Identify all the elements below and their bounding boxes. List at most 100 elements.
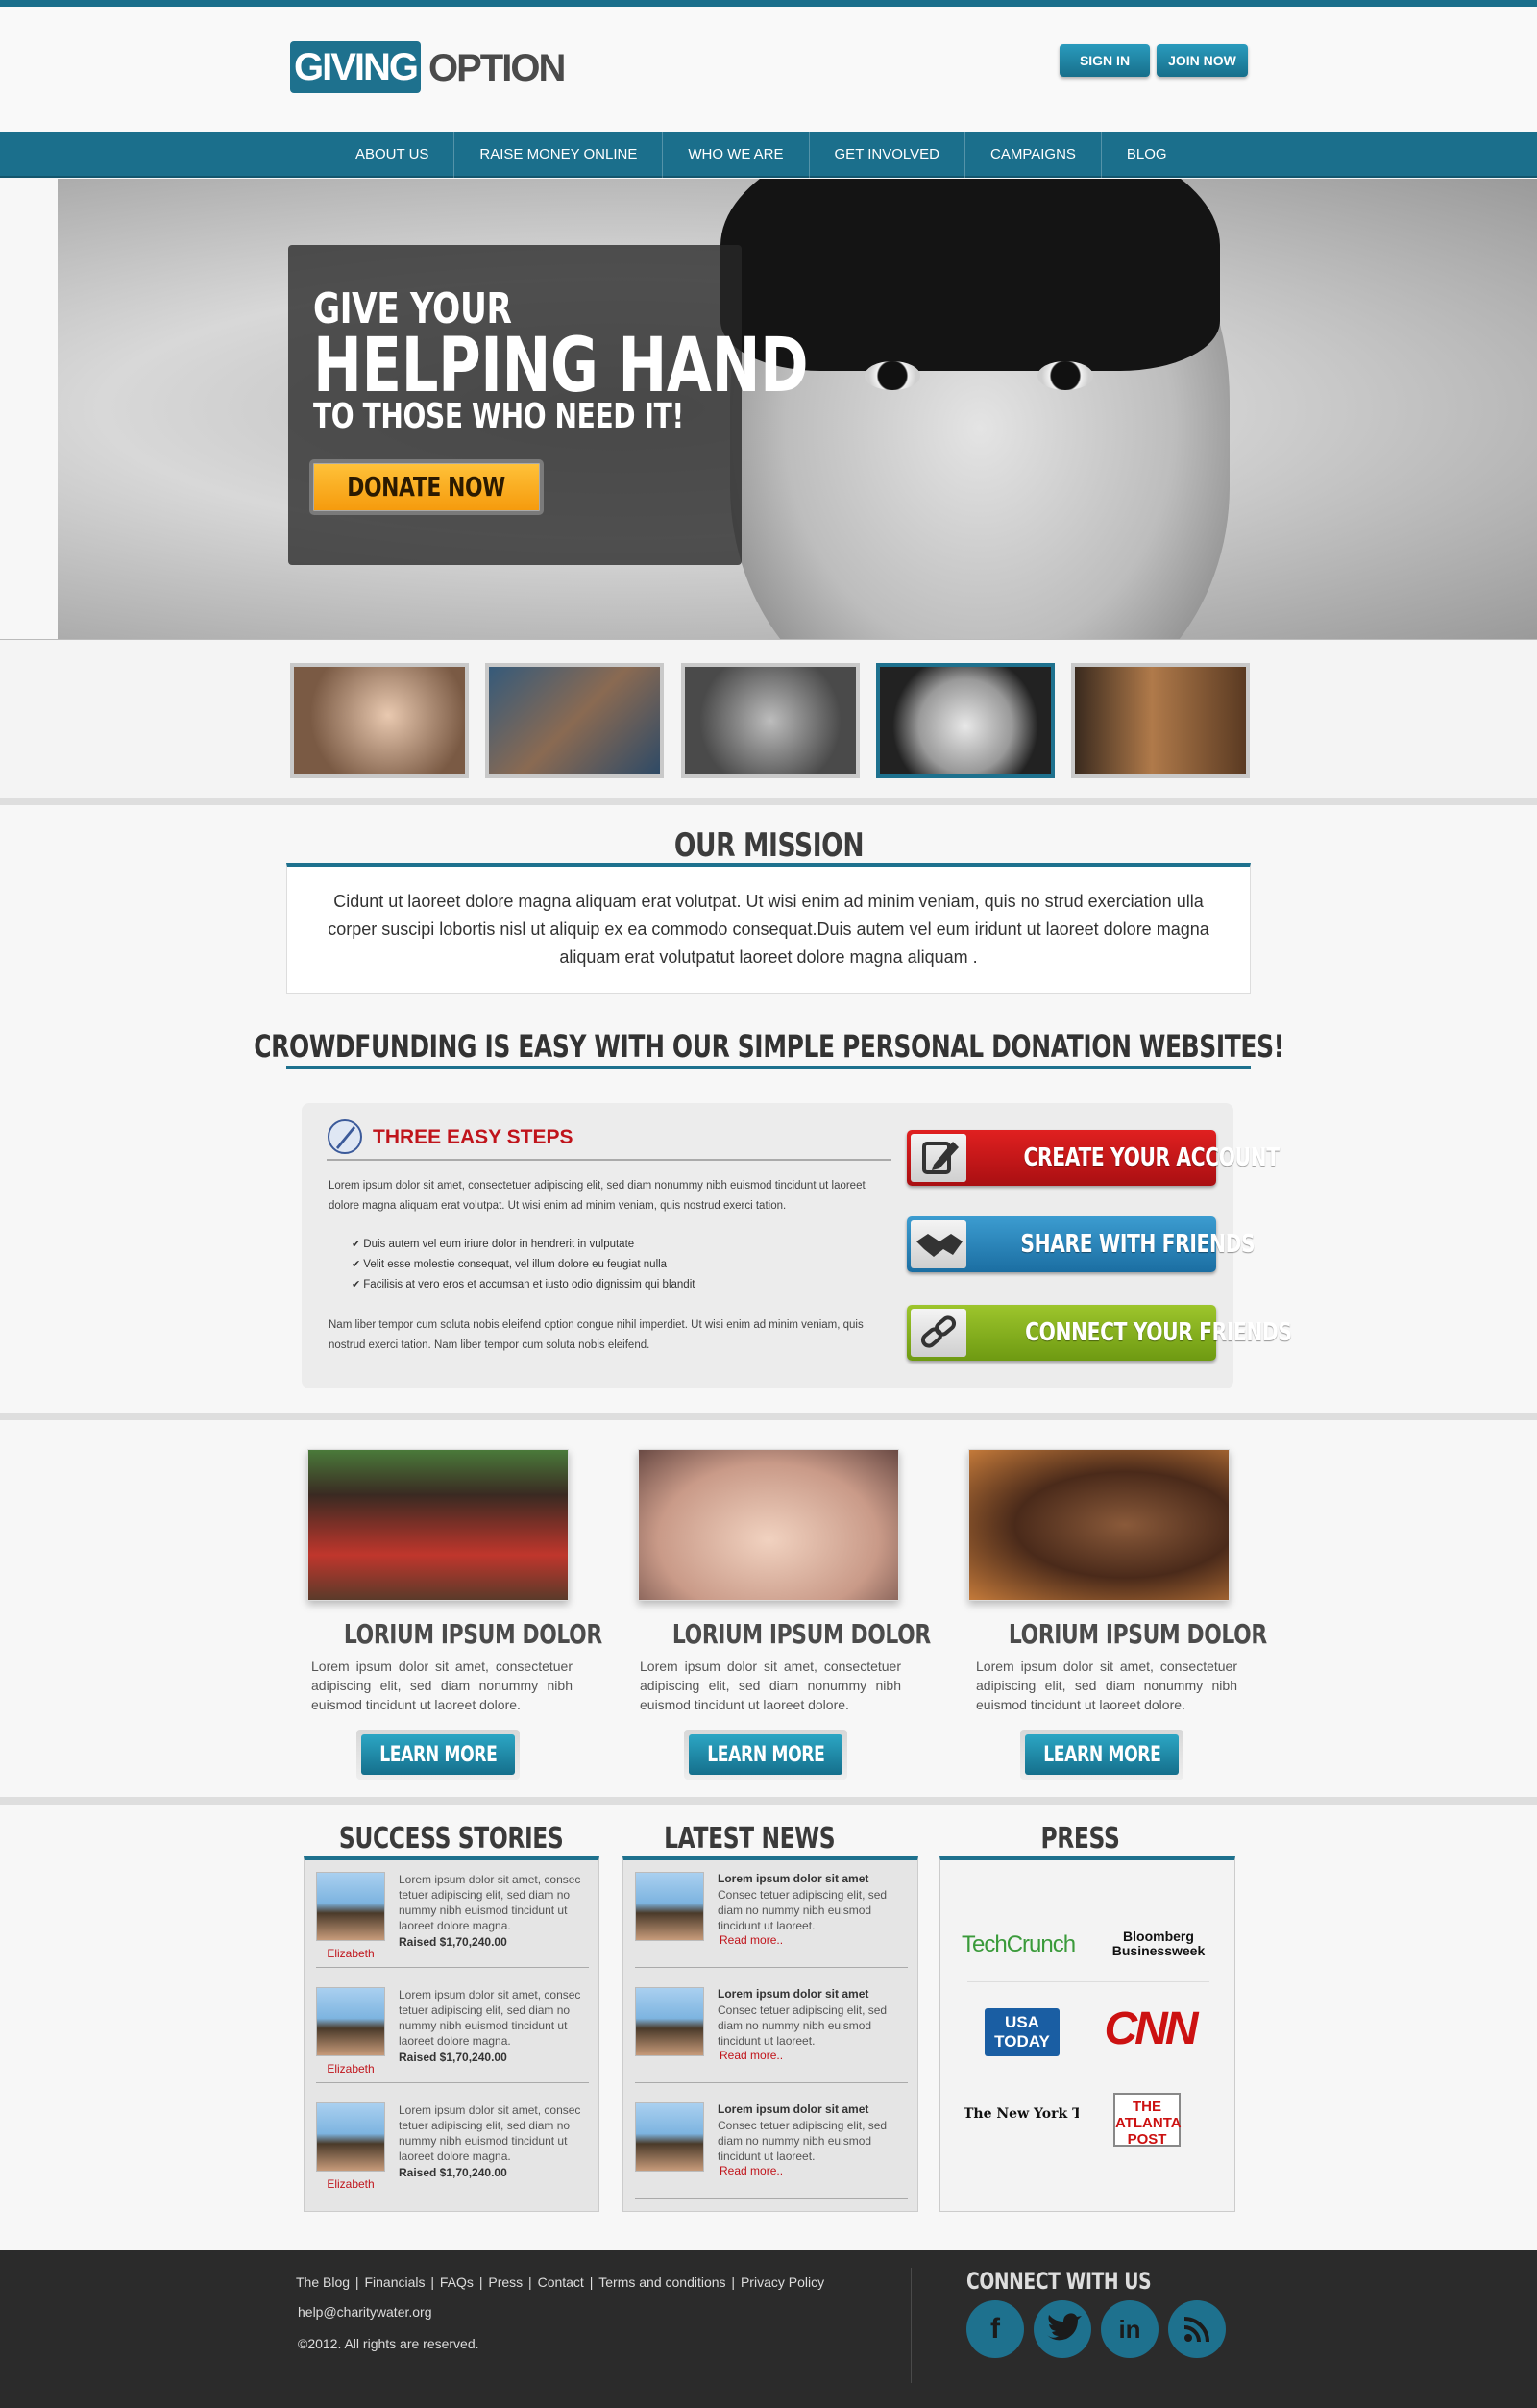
footer-copyright: ©2012. All rights are reserved. bbox=[298, 2336, 479, 2351]
learn-more-button[interactable]: LEARN MORE bbox=[356, 1730, 520, 1780]
card-title: LORIUM IPSUM DOLOR bbox=[972, 1618, 1267, 1650]
thumbnail-2[interactable] bbox=[485, 663, 664, 778]
create-account-label: CREATE YOUR ACCOUNT bbox=[1023, 1143, 1281, 1172]
footer-link-blog[interactable]: The Blog bbox=[296, 2274, 350, 2290]
read-more-link[interactable]: Read more.. bbox=[720, 2049, 783, 2062]
story-name[interactable]: Elizabeth bbox=[316, 2062, 385, 2076]
main-nav: ABOUT US RAISE MONEY ONLINE WHO WE ARE G… bbox=[0, 132, 1537, 178]
join-now-button[interactable]: JOIN NOW bbox=[1157, 44, 1248, 77]
press-box: TechCrunch Bloomberg Businessweek USA TO… bbox=[939, 1856, 1235, 2212]
nav-campaigns[interactable]: CAMPAIGNS bbox=[965, 132, 1102, 178]
crowdfunding-divider bbox=[286, 1066, 1251, 1069]
nav-get-involved[interactable]: GET INVOLVED bbox=[810, 132, 965, 178]
latest-news-box: Lorem ipsum dolor sit amet Consec tetuer… bbox=[622, 1856, 918, 2212]
card-text: Lorem ipsum dolor sit amet, consectetuer… bbox=[311, 1659, 573, 1712]
create-account-button[interactable]: CREATE YOUR ACCOUNT bbox=[907, 1130, 1280, 1186]
news-item[interactable]: Lorem ipsum dolor sit amet Consec tetuer… bbox=[635, 2091, 908, 2199]
story-item[interactable]: Elizabeth Lorem ipsum dolor sit amet, co… bbox=[316, 1976, 589, 2083]
footer-link-contact[interactable]: Contact bbox=[538, 2274, 584, 2290]
news-heading: Lorem ipsum dolor sit amet bbox=[718, 1987, 869, 2001]
nav-raise-money[interactable]: RAISE MONEY ONLINE bbox=[454, 132, 664, 178]
news-item[interactable]: Lorem ipsum dolor sit amet Consec tetuer… bbox=[635, 1860, 908, 1968]
logo-giving[interactable]: GIVING bbox=[290, 41, 421, 93]
donate-now-button[interactable]: DONATE NOW bbox=[309, 459, 544, 515]
story-text: Lorem ipsum dolor sit amet, consec tetue… bbox=[399, 1873, 581, 1932]
edit-icon bbox=[911, 1134, 966, 1182]
news-heading: Lorem ipsum dolor sit amet bbox=[718, 1872, 869, 1885]
rss-icon[interactable] bbox=[1168, 2300, 1226, 2358]
steps-title: THREE EASY STEPS bbox=[373, 1126, 573, 1148]
learn-more-button[interactable]: LEARN MORE bbox=[1020, 1730, 1183, 1780]
footer-link-press[interactable]: Press bbox=[488, 2274, 523, 2290]
thumbnail-5[interactable] bbox=[1071, 663, 1250, 778]
hero-line-3: TO THOSE WHO NEED IT! bbox=[313, 397, 684, 436]
card-title: LORIUM IPSUM DOLOR bbox=[307, 1618, 602, 1650]
avatar bbox=[316, 1987, 385, 2056]
footer-link-faqs[interactable]: FAQs bbox=[440, 2274, 474, 2290]
story-name[interactable]: Elizabeth bbox=[316, 2177, 385, 2191]
steps-intro: Lorem ipsum dolor sit amet, consectetuer… bbox=[329, 1180, 866, 1212]
nav-who-we-are[interactable]: WHO WE ARE bbox=[663, 132, 810, 178]
news-text: Consec tetuer adipiscing elit, sed diam … bbox=[718, 2119, 888, 2163]
news-thumbnail bbox=[635, 2102, 704, 2172]
connect-friends-button[interactable]: CONNECT YOUR FRIENDS bbox=[907, 1305, 1292, 1361]
linkedin-icon[interactable]: in bbox=[1101, 2300, 1159, 2358]
footer-link-financials[interactable]: Financials bbox=[364, 2274, 425, 2290]
footer-link-privacy[interactable]: Privacy Policy bbox=[741, 2274, 824, 2290]
footer-links: The Blog | Financials | FAQs | Press | C… bbox=[296, 2274, 825, 2290]
story-raised: Raised $1,70,240.00 bbox=[399, 1935, 507, 1949]
steps-bullet: Duis autem vel eum iriure dolor in hendr… bbox=[352, 1235, 890, 1255]
thumbnail-3[interactable] bbox=[681, 663, 860, 778]
press-logo-usa-today[interactable]: USA TODAY bbox=[985, 2008, 1060, 2056]
learn-more-button[interactable]: LEARN MORE bbox=[684, 1730, 847, 1780]
press-logo-nytimes[interactable]: The New York Times bbox=[964, 2106, 1079, 2122]
success-title-text: SUCCESS STORIES bbox=[339, 1822, 564, 1855]
news-text: Consec tetuer adipiscing elit, sed diam … bbox=[718, 2003, 888, 2048]
section-divider bbox=[0, 1413, 1537, 1420]
steps-divider bbox=[327, 1159, 891, 1161]
steps-outro: Nam liber tempor cum soluta nobis eleife… bbox=[329, 1319, 864, 1351]
learn-more-label: LEARN MORE bbox=[706, 1743, 825, 1767]
story-text: Lorem ipsum dolor sit amet, consec tetue… bbox=[399, 2103, 581, 2163]
story-text: Lorem ipsum dolor sit amet, consec tetue… bbox=[399, 1988, 581, 2048]
press-logo-atlanta-post[interactable]: THE ATLANTA POST bbox=[1113, 2093, 1182, 2148]
card-image-hands bbox=[638, 1449, 899, 1601]
read-more-link[interactable]: Read more.. bbox=[720, 2164, 783, 2177]
press-title: PRESS bbox=[932, 1822, 1228, 1855]
press-logo-cnn[interactable]: CNN bbox=[1102, 2003, 1199, 2055]
top-accent-bar bbox=[0, 0, 1537, 7]
thumbnail-4[interactable] bbox=[876, 663, 1055, 778]
press-logo-bloomberg[interactable]: Bloomberg Businessweek bbox=[1102, 1929, 1215, 1958]
card-image-water bbox=[968, 1449, 1230, 1601]
story-item[interactable]: Elizabeth Lorem ipsum dolor sit amet, co… bbox=[316, 1860, 589, 1968]
learn-more-face: LEARN MORE bbox=[361, 1734, 515, 1775]
card-title: LORIUM IPSUM DOLOR bbox=[636, 1618, 931, 1650]
read-more-link[interactable]: Read more.. bbox=[720, 1933, 783, 1947]
card-title-text: LORIUM IPSUM DOLOR bbox=[671, 1618, 931, 1650]
logo-option[interactable]: OPTION bbox=[428, 41, 566, 93]
connect-title: CONNECT WITH US bbox=[966, 2268, 1152, 2295]
success-stories-box: Elizabeth Lorem ipsum dolor sit amet, co… bbox=[304, 1856, 599, 2212]
twitter-icon[interactable] bbox=[1034, 2300, 1091, 2358]
share-friends-button[interactable]: SHARE WITH FRIENDS bbox=[907, 1216, 1256, 1272]
facebook-icon[interactable]: f bbox=[966, 2300, 1024, 2358]
footer-email[interactable]: help@charitywater.org bbox=[298, 2304, 432, 2320]
press-title-text: PRESS bbox=[1040, 1822, 1119, 1855]
footer-link-terms[interactable]: Terms and conditions bbox=[598, 2274, 725, 2290]
nav-blog[interactable]: BLOG bbox=[1102, 132, 1192, 178]
learn-more-face: LEARN MORE bbox=[1025, 1734, 1179, 1775]
thumbnail-1[interactable] bbox=[290, 663, 469, 778]
mission-title-text: OUR MISSION bbox=[673, 826, 864, 865]
nav-about-us[interactable]: ABOUT US bbox=[330, 132, 455, 178]
card-text: Lorem ipsum dolor sit amet, consectetuer… bbox=[976, 1659, 1237, 1712]
section-divider bbox=[0, 798, 1537, 805]
steps-bullet: Velit esse molestie consequat, vel illum… bbox=[352, 1255, 890, 1275]
news-item[interactable]: Lorem ipsum dolor sit amet Consec tetuer… bbox=[635, 1976, 908, 2083]
sign-in-button[interactable]: SIGN IN bbox=[1060, 44, 1150, 77]
story-name[interactable]: Elizabeth bbox=[316, 1947, 385, 1960]
press-logo-techcrunch[interactable]: TechCrunch bbox=[962, 1931, 1076, 1958]
connect-friends-label: CONNECT YOUR FRIENDS bbox=[1025, 1318, 1292, 1347]
learn-more-label: LEARN MORE bbox=[378, 1743, 498, 1767]
latest-news-title: LATEST NEWS bbox=[601, 1822, 897, 1855]
story-item[interactable]: Elizabeth Lorem ipsum dolor sit amet, co… bbox=[316, 2091, 589, 2199]
